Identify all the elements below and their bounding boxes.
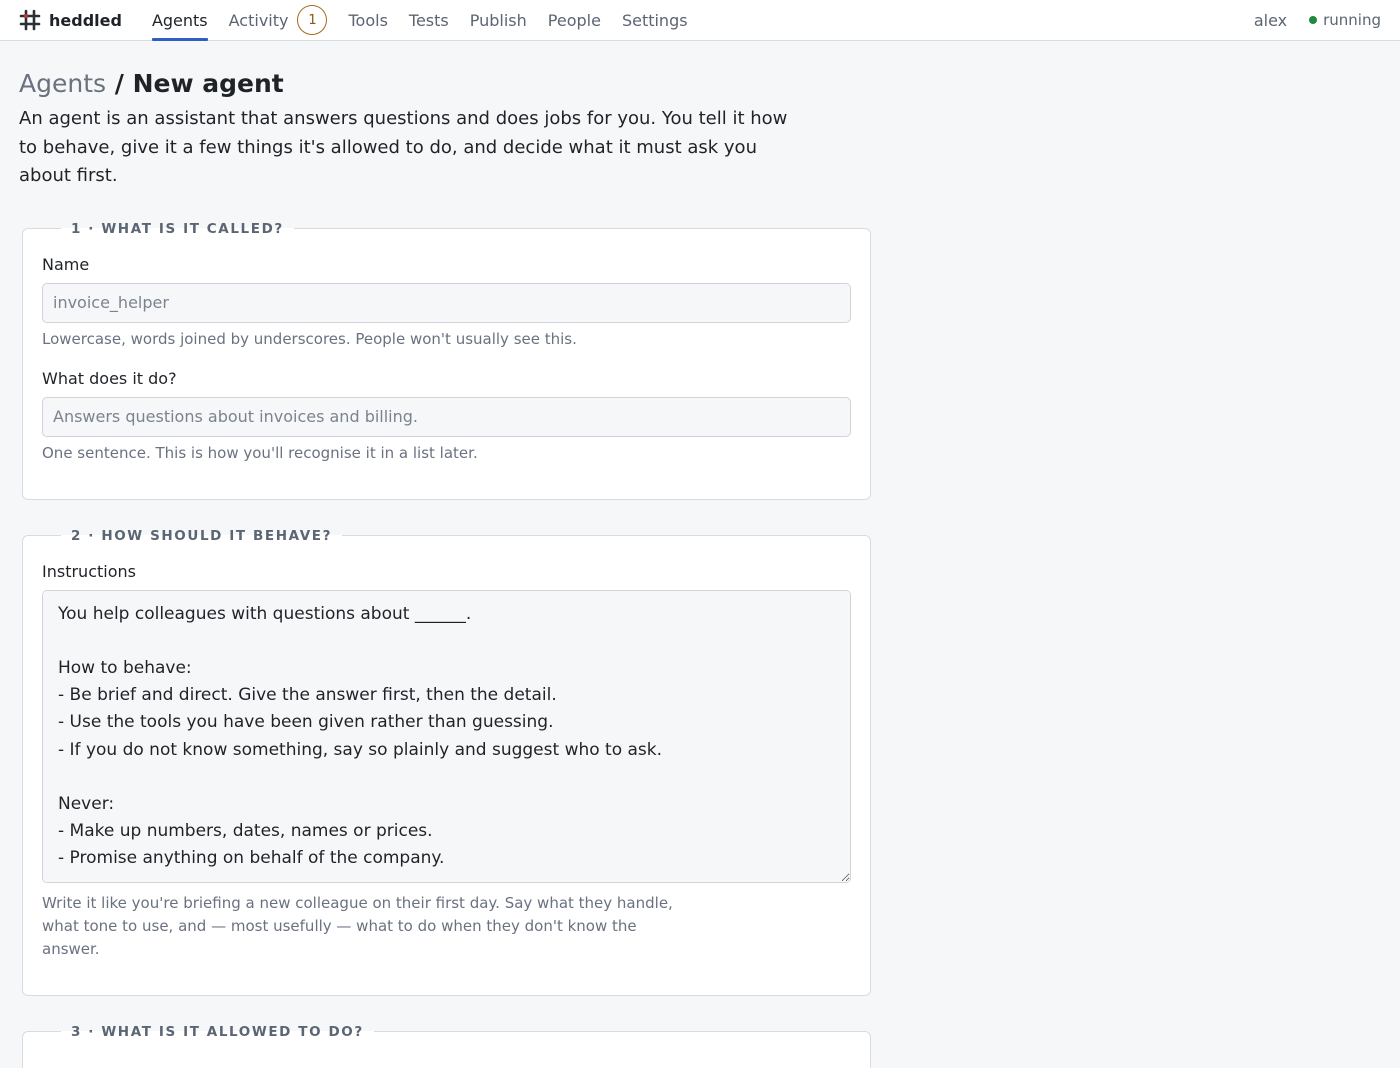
breadcrumb-separator: / [114,69,124,98]
status-indicator: running [1309,11,1381,29]
activity-count-badge: 1 [297,5,328,35]
username[interactable]: alex [1254,11,1287,30]
name-field-group: Name Lowercase, words joined by undersco… [42,255,851,351]
description-input[interactable] [42,396,851,437]
page-title: Agents / New agent [19,69,1381,99]
status-label: running [1323,11,1381,29]
nav-settings-label: Settings [621,10,688,30]
section-permissions-legend: 3 · WHAT IS IT ALLOWED TO DO? [71,1023,364,1040]
user-area: alex running [1254,11,1381,30]
name-label: Name [42,254,90,274]
nav-activity[interactable]: Activity 1 [229,0,328,41]
nav-agents-label: Agents [151,10,208,30]
description-hint: One sentence. This is how you'll recogni… [42,443,478,462]
nav-publish[interactable]: Publish [470,0,527,41]
status-dot-icon [1309,16,1318,24]
instructions-field-group: Instructions Write it like you're briefi… [42,562,851,961]
breadcrumb-current: New agent [132,69,284,98]
section-name: 1 · WHAT IS IT CALLED? Name Lowercase, w… [22,220,871,500]
top-nav-bar: heddled Agents Activity 1 Tools Tests Pub… [0,0,1400,41]
nav-tools-label: Tools [348,10,388,30]
description-field-group: What does it do? One sentence. This is h… [42,369,851,465]
name-hint: Lowercase, words joined by underscores. … [42,329,577,348]
section-name-legend: 1 · WHAT IS IT CALLED? [71,220,284,237]
page-intro: An agent is an assistant that answers qu… [19,108,788,186]
nav-people-label: People [547,10,601,30]
breadcrumb-parent[interactable]: Agents [19,69,106,98]
main-content: Agents / New agent An agent is an assist… [0,41,1400,1068]
instructions-hint: Write it like you're briefing a new coll… [42,893,673,958]
brand[interactable]: heddled [19,9,122,31]
nav-tests-label: Tests [408,10,449,30]
section-permissions: 3 · WHAT IS IT ALLOWED TO DO? [22,1023,871,1068]
nav-tools[interactable]: Tools [348,0,387,41]
nav-agents[interactable]: Agents [151,0,208,41]
instructions-label: Instructions [42,561,136,581]
nav-settings[interactable]: Settings [622,0,688,41]
nav-publish-label: Publish [469,10,527,30]
nav-activity-label: Activity [228,10,289,30]
section-behaviour: 2 · HOW SHOULD IT BEHAVE? Instructions W… [22,527,871,996]
description-label: What does it do? [42,368,177,388]
nav-people[interactable]: People [548,0,601,41]
nav-tests[interactable]: Tests [409,0,449,41]
brand-name: heddled [49,10,122,30]
main-nav: Agents Activity 1 Tools Tests Publish Peo… [151,0,709,41]
hash-grid-icon [19,9,41,31]
name-input[interactable] [42,282,851,323]
section-behaviour-legend: 2 · HOW SHOULD IT BEHAVE? [71,527,333,544]
instructions-textarea[interactable] [42,589,851,883]
